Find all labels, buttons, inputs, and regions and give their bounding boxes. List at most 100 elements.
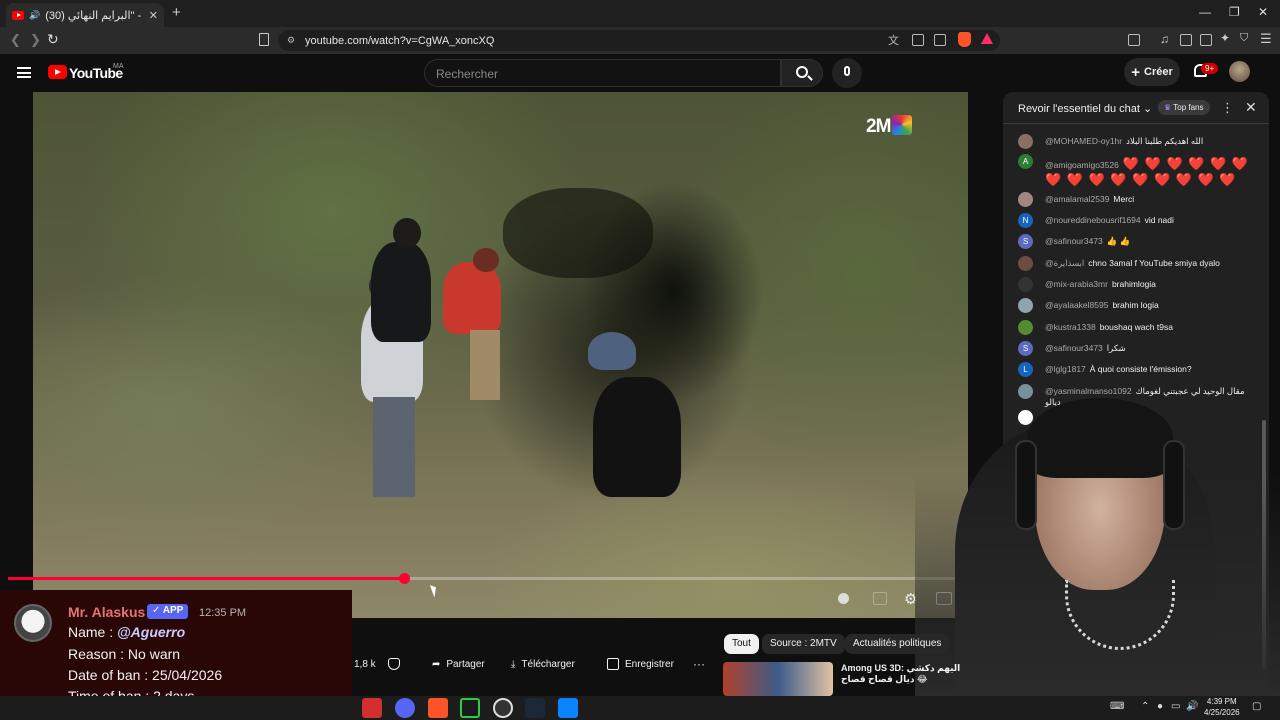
taskbar-app-icon[interactable] [362,698,382,718]
like-button[interactable]: 1,8 k [354,652,376,676]
network-icon[interactable]: ▭ [1171,701,1180,712]
tray-chevron-up-icon[interactable]: ⌃ [1141,701,1149,712]
microphone-tray-icon[interactable]: ● [1157,701,1163,712]
chat-author[interactable]: @amigoamigo3526 [1045,160,1119,170]
chat-author[interactable]: @kustra1338 [1045,322,1096,332]
chat-author[interactable]: @noureddinebousrif1694 [1045,215,1141,225]
chat-message-body: @safinour3473 👍 👍 [1045,236,1260,247]
discord-icon[interactable] [395,698,415,718]
save-button[interactable]: Enregistrer [607,652,674,676]
chat-avatar[interactable]: N [1018,213,1033,228]
chat-author[interactable]: @ayalaakel8595 [1045,300,1108,310]
share-button[interactable]: ➦ Partager [432,652,485,676]
download-button[interactable]: ⤓ Télécharger [511,652,575,676]
hamburger-menu-icon[interactable] [17,67,31,78]
youtube-logo-icon[interactable] [48,65,67,79]
recommended-video-title[interactable]: Among US 3D: اليهم دكشي ديال قصاح قصاح 😂 [841,663,961,685]
filter-chip-all[interactable]: Tout [724,634,759,654]
obs-icon[interactable] [493,698,513,718]
dislike-button[interactable] [388,652,400,676]
chat-avatar[interactable] [1018,134,1033,149]
minimize-button[interactable]: — [1199,5,1211,19]
keyboard-icon[interactable]: ⌨ [1110,701,1124,712]
search-button[interactable] [781,59,823,87]
chat-message-body: @noureddinebousrif1694 vid nadi [1045,215,1260,226]
chat-author[interactable]: @lglg1817 [1045,364,1086,374]
close-tab-icon[interactable]: ✕ [149,9,158,22]
chat-avatar[interactable]: L [1018,362,1033,377]
create-button[interactable]: + Créer [1124,58,1180,86]
country-code: MA [113,63,124,70]
site-info-icon[interactable]: ⚙ [287,35,295,46]
new-tab-button[interactable]: + [172,4,181,21]
notification-center-icon[interactable]: ▢ [1252,701,1261,712]
ban-notification-overlay: Mr. Alaskus ✓ APP 12:35 PM Name : @Aguer… [0,590,352,710]
speaker-icon[interactable]: 🔊 [29,10,40,21]
share-icon: ➦ [432,658,441,670]
chat-author[interactable]: @mix-arabia3mr [1045,279,1108,289]
headset-icon [1015,440,1037,530]
chat-author[interactable]: @MOHAMED-oy1hr [1045,136,1122,146]
streamer-hair [1027,398,1173,478]
chat-author[interactable]: @ابسذايرة [1045,258,1084,268]
voice-search-button[interactable] [832,58,862,88]
video-player[interactable]: 2M [33,92,968,618]
clock-date: 4/25/2026 [1204,708,1240,717]
top-fans-chip[interactable]: ♛ Top fans [1158,100,1210,115]
chevron-down-icon: ⌄ [1143,103,1153,115]
close-window-button[interactable]: ✕ [1258,5,1268,19]
volume-icon[interactable]: 🔊 [1186,701,1198,712]
recommended-video-thumbnail[interactable] [723,662,833,696]
chat-avatar[interactable] [1018,277,1033,292]
leo-ai-icon[interactable]: ✦ [1220,31,1230,45]
filter-chip-politics[interactable]: Actualités politiques [845,634,950,654]
play-store-icon[interactable] [460,698,480,718]
chat-text: brahim logia [1112,300,1159,310]
chat-mode-dropdown[interactable]: Revoir l'essentiel du chat ⌄ [1018,102,1152,115]
person-black-tshirt [593,377,681,497]
chat-avatar[interactable]: A [1018,154,1033,169]
taskbar-window-icon[interactable] [558,698,578,718]
chat-avatar[interactable]: S [1018,234,1033,249]
clock-time: 4:39 PM [1206,697,1237,706]
chat-avatar[interactable] [1018,192,1033,207]
close-chat-icon[interactable]: ✕ [1245,99,1257,116]
chat-author[interactable]: @safinour3473 [1045,343,1103,353]
subtitles-icon[interactable] [873,592,887,605]
chat-avatar[interactable] [1018,298,1033,313]
brave-rewards-icon[interactable] [981,33,993,44]
chat-author[interactable]: @safinour3473 [1045,236,1103,246]
share-page-icon[interactable] [934,34,946,46]
back-icon[interactable]: ❮ [10,32,21,48]
bookmark-icon[interactable] [259,33,269,46]
chat-avatar[interactable] [1018,256,1033,271]
brave-shields-icon[interactable] [958,32,971,47]
chat-message-body: @amigoamigo3526 ❤️ ❤️ ❤️ ❤️ ❤️ ❤️ ❤️ ❤️ ❤… [1045,156,1260,188]
cast-icon[interactable] [912,34,924,46]
reload-icon[interactable]: ↻ [47,31,59,48]
wallet-icon[interactable] [1200,34,1212,46]
forward-icon[interactable]: ❯ [30,32,41,48]
search-input[interactable]: Rechercher [424,59,781,87]
account-avatar[interactable] [1229,61,1250,82]
translate-icon[interactable]: 文 [888,32,900,47]
chat-author[interactable]: @amalamal2539 [1045,194,1109,204]
restore-button[interactable]: ❐ [1229,5,1240,19]
browser-tab[interactable]: 🔊 (30) البرايم النهائي" - YouTube ✕ [6,3,164,27]
brave-icon[interactable] [428,698,448,718]
progress-scrubber-handle[interactable] [399,573,410,584]
filter-chip-source[interactable]: Source : 2MTV [762,634,845,654]
url-text: youtube.com/watch?v=CgWA_xoncXQ [305,34,495,47]
steam-icon[interactable] [525,698,545,718]
taskbar-clock[interactable]: 4:39 PM 4/25/2026 [1204,696,1240,718]
side-panel-icon[interactable] [1180,34,1192,46]
chat-avatar[interactable] [1018,320,1033,335]
chat-more-icon[interactable]: ⋮ [1221,100,1234,116]
sidebar-toggle-icon[interactable] [1128,34,1140,46]
menu-icon[interactable]: ☰ [1260,31,1272,47]
more-actions-button[interactable]: ··· [693,652,705,676]
vpn-shield-icon[interactable]: ⛉ [1240,32,1248,45]
music-icon[interactable]: ♫ [1160,32,1169,46]
autoplay-toggle[interactable] [838,593,849,604]
chat-avatar[interactable]: S [1018,341,1033,356]
